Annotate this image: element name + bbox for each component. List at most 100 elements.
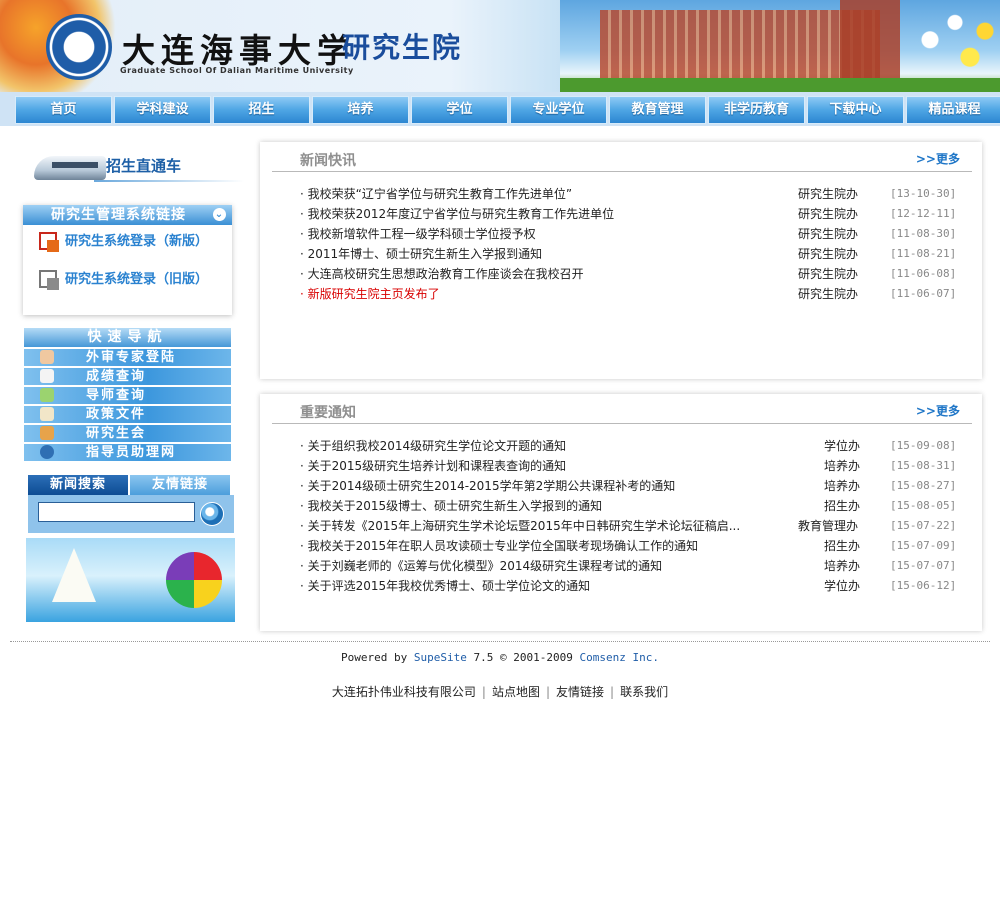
- chevron-down-icon[interactable]: ⌄: [213, 208, 226, 221]
- list-item: · 关于组织我校2014级研究生学位论文开题的通知 学位办 [15-09-08]: [300, 436, 972, 456]
- notice-item-dept: 招生办: [824, 539, 861, 553]
- main-nav: 首页 学科建设 招生 培养 学位 专业学位 教育管理 非学历教育 下载中心 精品…: [15, 96, 1000, 124]
- notice-title: 重要通知: [300, 405, 356, 421]
- system-links-header: 研究生管理系统链接 ⌄: [23, 205, 232, 225]
- powered-prefix: Powered by: [341, 651, 414, 664]
- news-item-title[interactable]: · 我校荣获2012年度辽宁省学位与研究生教育工作先进单位: [300, 204, 614, 224]
- comsenz-link[interactable]: Comsenz Inc.: [579, 651, 658, 664]
- news-search-box: [28, 495, 234, 533]
- system-login-new-link[interactable]: 研究生系统登录（新版）: [39, 229, 208, 255]
- powered-by: Powered by SupeSite 7.5 © 2001-2009 Coms…: [0, 651, 1000, 664]
- divider: [94, 180, 244, 182]
- notice-item-title[interactable]: · 关于2015级研究生培养计划和课程表查询的通知: [300, 456, 566, 476]
- school-name-en: Graduate School Of Dalian Maritime Unive…: [120, 66, 354, 75]
- notice-item-date: [15-06-12]: [890, 579, 957, 592]
- quick-nav-item-policies[interactable]: 政策文件: [24, 406, 231, 423]
- notice-item-title[interactable]: · 关于刘巍老师的《运筹与优化模型》2014级研究生课程考试的通知: [300, 556, 662, 576]
- nav-courses[interactable]: 精品课程: [906, 96, 1000, 124]
- nav-training[interactable]: 培养: [312, 96, 409, 124]
- quick-nav-label: 研究生会: [86, 426, 147, 441]
- quick-nav: 快速导航 外审专家登陆 成绩查询 导师查询 政策文件 研究生会 指导员助理网: [24, 328, 231, 464]
- news-item-date: [11-08-30]: [890, 227, 957, 240]
- group-icon: [40, 426, 54, 440]
- nav-discipline[interactable]: 学科建设: [114, 96, 211, 124]
- nav-admission[interactable]: 招生: [213, 96, 310, 124]
- list-item: · 新版研究生院主页发布了 研究生院办 [11-06-07]: [300, 284, 972, 304]
- quick-nav-item-counselor-assistant[interactable]: 指导员助理网: [24, 444, 231, 461]
- notice-item-date: [15-08-31]: [890, 459, 957, 472]
- promo-image[interactable]: [26, 538, 235, 622]
- quick-nav-item-external-experts[interactable]: 外审专家登陆: [24, 349, 231, 366]
- separator: |: [545, 685, 551, 699]
- search-icon[interactable]: [200, 502, 224, 526]
- news-item-dept: 研究生院办: [798, 287, 859, 301]
- news-item-title[interactable]: · 大连高校研究生思想政治教育工作座谈会在我校召开: [300, 264, 584, 284]
- news-item-date: [11-06-07]: [890, 287, 957, 300]
- notice-item-title[interactable]: · 关于转发《2015年上海研究生学术论坛暨2015年中日韩研究生学术论坛征稿启…: [300, 516, 740, 536]
- notice-item-title[interactable]: · 关于2014级硕士研究生2014-2015学年第2学期公共课程补考的通知: [300, 476, 675, 496]
- footer-links: 大连拓扑伟业科技有限公司 | 站点地图 | 友情链接 | 联系我们: [0, 683, 1000, 700]
- nav-downloads[interactable]: 下载中心: [807, 96, 904, 124]
- news-item-dept: 研究生院办: [798, 227, 859, 241]
- admission-express-label: 招生直通车: [106, 157, 182, 175]
- news-list: · 我校荣获“辽宁省学位与研究生教育工作先进单位” 研究生院办 [13-10-30]…: [300, 184, 972, 304]
- footer-link-company[interactable]: 大连拓扑伟业科技有限公司: [332, 685, 476, 699]
- quick-nav-item-student-union[interactable]: 研究生会: [24, 425, 231, 442]
- news-item-date: [11-06-08]: [890, 267, 957, 280]
- powered-version: 7.5 © 2001-2009: [466, 651, 580, 664]
- notice-list: · 关于组织我校2014级研究生学位论文开题的通知 学位办 [15-09-08] ·…: [300, 436, 972, 596]
- quick-nav-item-grades[interactable]: 成绩查询: [24, 368, 231, 385]
- notice-more-link[interactable]: >>更多: [916, 402, 960, 419]
- banner-tower: [840, 0, 900, 80]
- university-name: 大连海事大学: [122, 31, 356, 70]
- news-item-title[interactable]: · 我校新增软件工程一级学科硕士学位授予权: [300, 224, 536, 244]
- footer-link-friends[interactable]: 友情链接: [556, 685, 604, 699]
- train-icon: [34, 156, 106, 180]
- notice-item-title[interactable]: · 关于评选2015年我校优秀博士、硕士学位论文的通知: [300, 576, 590, 596]
- banner-flowers: [900, 5, 1000, 92]
- nav-non-degree[interactable]: 非学历教育: [708, 96, 805, 124]
- pinwheel-graphic: [166, 552, 222, 608]
- footer-link-sitemap[interactable]: 站点地图: [492, 685, 540, 699]
- system-login-old-link[interactable]: 研究生系统登录（旧版）: [39, 267, 208, 293]
- news-item-date: [11-08-21]: [890, 247, 957, 260]
- notice-item-dept: 培养办: [824, 479, 861, 493]
- nav-education-management[interactable]: 教育管理: [609, 96, 706, 124]
- nav-home[interactable]: 首页: [15, 96, 112, 124]
- notice-item-title[interactable]: · 关于组织我校2014级研究生学位论文开题的通知: [300, 436, 566, 456]
- divider: [272, 171, 972, 172]
- quick-nav-label: 政策文件: [86, 407, 147, 422]
- notice-item-dept: 培养办: [824, 459, 861, 473]
- notice-item-dept: 教育管理办: [798, 519, 859, 533]
- notice-item-dept: 学位办: [824, 439, 861, 453]
- news-item-title[interactable]: · 新版研究生院主页发布了: [300, 284, 440, 304]
- news-more-link[interactable]: >>更多: [916, 150, 960, 167]
- quick-nav-item-supervisors[interactable]: 导师查询: [24, 387, 231, 404]
- book-icon: [40, 407, 54, 421]
- search-input[interactable]: [38, 502, 195, 522]
- admission-express-banner[interactable]: 招生直通车: [30, 148, 244, 184]
- news-panel: 新闻快讯 >>更多 · 我校荣获“辽宁省学位与研究生教育工作先进单位” 研究生院办…: [260, 142, 982, 379]
- notice-item-date: [15-08-27]: [890, 479, 957, 492]
- supesite-link[interactable]: SupeSite: [414, 651, 467, 664]
- quick-nav-label: 指导员助理网: [86, 445, 177, 460]
- list-item: · 关于刘巍老师的《运筹与优化模型》2014级研究生课程考试的通知 培养办 [15-…: [300, 556, 972, 576]
- tab-friend-links[interactable]: 友情链接: [130, 475, 230, 495]
- main-nav-bar: 首页 学科建设 招生 培养 学位 专业学位 教育管理 非学历教育 下载中心 精品…: [0, 92, 1000, 126]
- nav-degree[interactable]: 学位: [411, 96, 508, 124]
- news-item-title[interactable]: · 2011年博士、硕士研究生新生入学报到通知: [300, 244, 542, 264]
- news-item-date: [13-10-30]: [890, 187, 957, 200]
- sailboat-graphic: [52, 548, 96, 602]
- news-item-title[interactable]: · 我校荣获“辽宁省学位与研究生教育工作先进单位”: [300, 184, 572, 204]
- notice-item-title[interactable]: · 我校关于2015年在职人员攻读硕士专业学位全国联考现场确认工作的通知: [300, 536, 698, 556]
- list-item: · 大连高校研究生思想政治教育工作座谈会在我校召开 研究生院办 [11-06-08]: [300, 264, 972, 284]
- phone-icon: [40, 445, 54, 459]
- quick-nav-label: 导师查询: [86, 388, 147, 403]
- nav-professional-degree[interactable]: 专业学位: [510, 96, 607, 124]
- tab-news-search[interactable]: 新闻搜索: [28, 475, 128, 495]
- school-name: 研究生院: [342, 31, 463, 64]
- notice-item-title[interactable]: · 我校关于2015级博士、硕士研究生新生入学报到的通知: [300, 496, 602, 516]
- system-links-title: 研究生管理系统链接: [51, 207, 186, 223]
- university-logo[interactable]: [46, 14, 112, 80]
- footer-link-contact[interactable]: 联系我们: [620, 685, 668, 699]
